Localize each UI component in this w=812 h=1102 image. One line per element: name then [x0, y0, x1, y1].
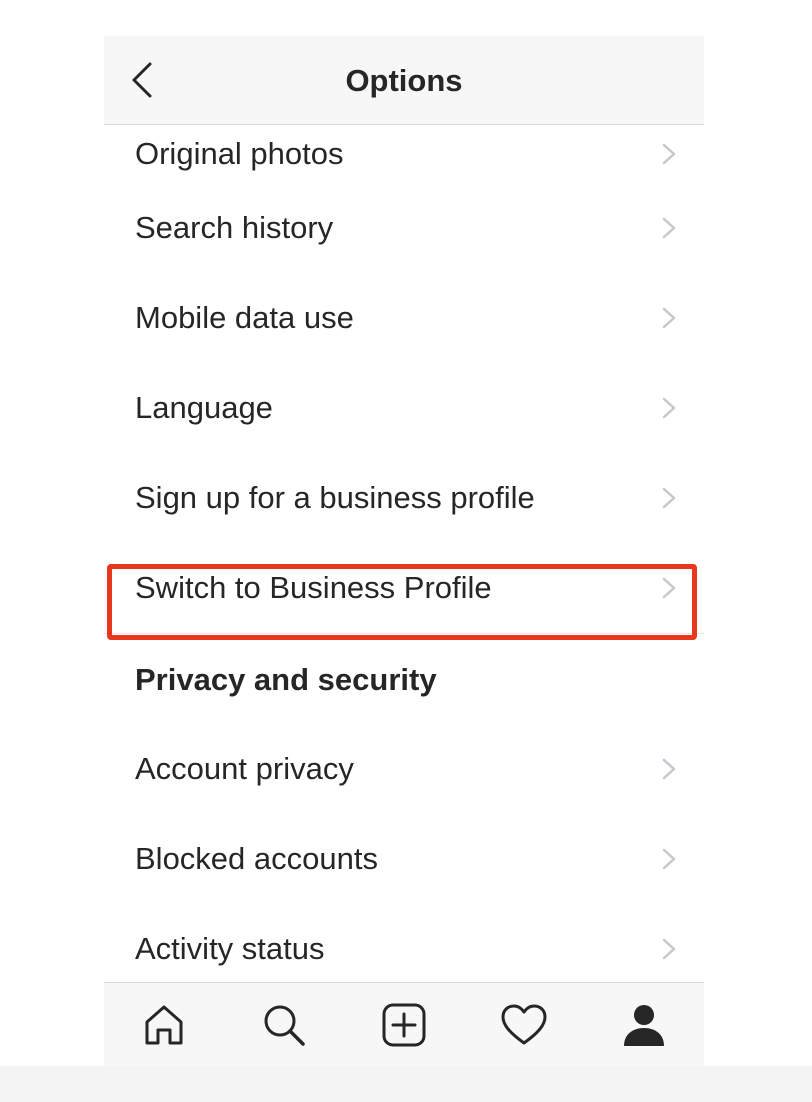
option-mobile-data-use[interactable]: Mobile data use — [104, 273, 704, 363]
option-label: Language — [135, 390, 273, 425]
chevron-right-icon — [662, 143, 676, 165]
chevron-right-icon — [662, 217, 676, 239]
new-post-icon — [382, 1003, 426, 1047]
chevron-right-icon — [662, 487, 676, 509]
chevron-right-icon — [662, 397, 676, 419]
option-sign-up-business-profile[interactable]: Sign up for a business profile — [104, 453, 704, 543]
heart-icon — [501, 1004, 547, 1045]
chevron-left-icon — [132, 62, 152, 98]
tab-activity[interactable] — [494, 995, 554, 1055]
tab-new-post[interactable] — [374, 995, 434, 1055]
options-list: Original photos Search history Mobile da… — [104, 125, 704, 994]
option-account-privacy[interactable]: Account privacy — [104, 724, 704, 814]
tab-profile[interactable] — [614, 995, 674, 1055]
tab-search[interactable] — [254, 995, 314, 1055]
tab-home[interactable] — [134, 995, 194, 1055]
section-title: Privacy and security — [135, 662, 437, 697]
option-search-history[interactable]: Search history — [104, 183, 704, 273]
search-icon — [264, 1005, 305, 1046]
background-strip — [0, 1066, 812, 1102]
chevron-right-icon — [662, 938, 676, 960]
option-activity-status[interactable]: Activity status — [104, 904, 704, 994]
option-blocked-accounts[interactable]: Blocked accounts — [104, 814, 704, 904]
section-header-privacy: Privacy and security — [104, 633, 704, 724]
bottom-tab-bar — [104, 982, 704, 1066]
option-language[interactable]: Language — [104, 363, 704, 453]
option-label: Switch to Business Profile — [135, 570, 492, 605]
option-label: Activity status — [135, 931, 325, 966]
option-label: Blocked accounts — [135, 841, 378, 876]
option-label: Mobile data use — [135, 300, 354, 335]
chevron-right-icon — [662, 577, 676, 599]
option-switch-to-business-profile[interactable]: Switch to Business Profile — [104, 543, 704, 633]
home-icon — [145, 1005, 183, 1045]
option-label: Sign up for a business profile — [135, 480, 535, 515]
page-title: Options — [345, 63, 463, 98]
option-original-photos[interactable]: Original photos — [104, 125, 704, 183]
back-button[interactable] — [122, 56, 162, 104]
chevron-right-icon — [662, 758, 676, 780]
chevron-right-icon — [662, 848, 676, 870]
option-label: Search history — [135, 210, 334, 245]
chevron-right-icon — [662, 307, 676, 329]
options-screen: Options Original photos Search history M… — [104, 36, 704, 1066]
option-label: Original photos — [135, 136, 344, 171]
option-label: Account privacy — [135, 751, 354, 786]
nav-header: Options — [104, 36, 704, 125]
profile-icon — [624, 1005, 664, 1046]
